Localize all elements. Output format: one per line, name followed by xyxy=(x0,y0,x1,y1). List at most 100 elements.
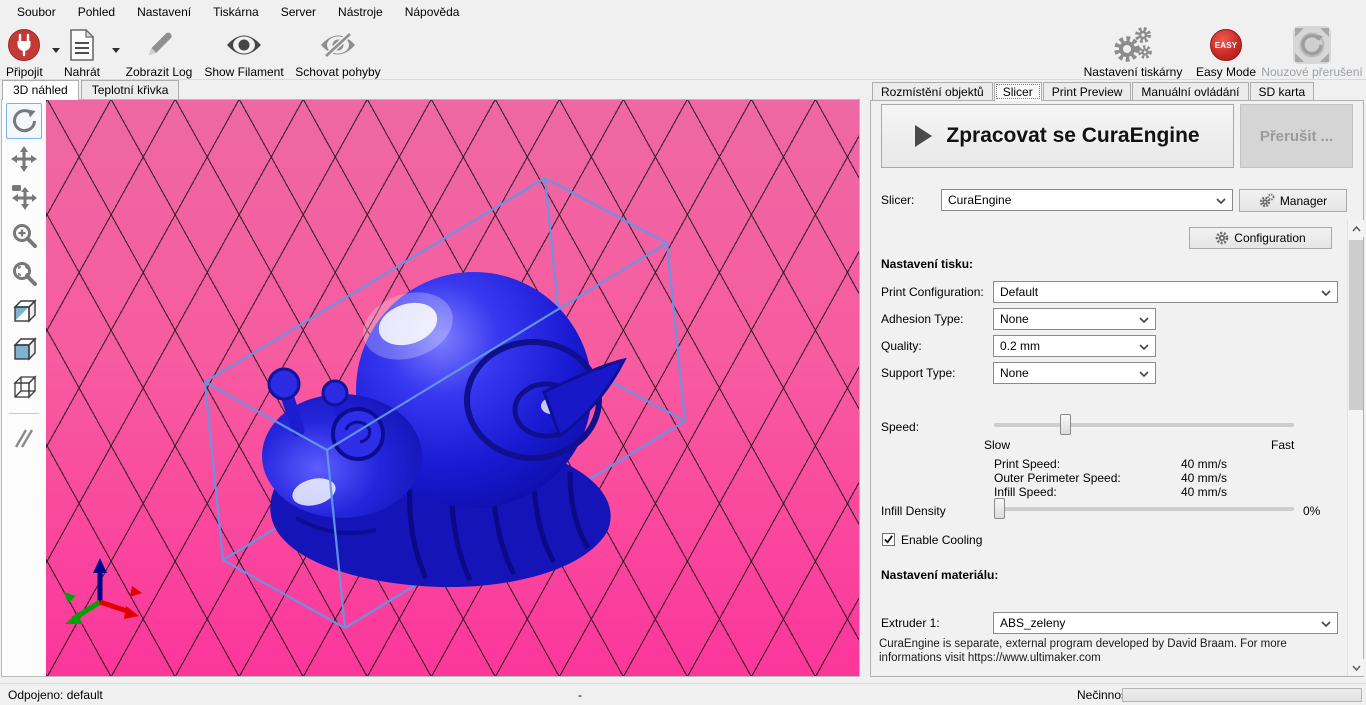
load-button[interactable]: Nahrát xyxy=(64,26,100,79)
chevron-down-icon xyxy=(1139,317,1149,323)
zoom-in-icon xyxy=(11,222,37,248)
quality-select[interactable]: 0.2 mm xyxy=(993,335,1156,357)
speed-slider-thumb[interactable] xyxy=(1060,414,1071,435)
print-bed-canvas[interactable] xyxy=(46,100,859,676)
infill-density-slider[interactable] xyxy=(994,507,1294,511)
curaengine-info-text: CuraEngine is separate, external program… xyxy=(879,638,1349,665)
panel-scrollbar[interactable] xyxy=(1347,220,1363,676)
adhesion-type-label: Adhesion Type: xyxy=(881,312,964,326)
chevron-down-icon xyxy=(1139,344,1149,350)
slicer-panel: Zpracovat se CuraEngine Přerušit ... Sli… xyxy=(870,100,1364,677)
connection-status: Odpojeno: default xyxy=(8,688,103,702)
menu-item-server[interactable]: Server xyxy=(270,1,327,23)
connect-button[interactable]: Připojit xyxy=(6,26,43,79)
print-configuration-select[interactable]: Default xyxy=(993,281,1338,303)
print-speed-value: 40 mm/s xyxy=(1181,457,1227,471)
connect-dropdown-caret[interactable] xyxy=(52,48,60,53)
load-dropdown-caret[interactable] xyxy=(112,48,120,53)
wire-view-button[interactable] xyxy=(6,369,42,405)
infill-density-slider-thumb[interactable] xyxy=(994,498,1005,519)
plug-icon xyxy=(7,26,41,64)
easy-mode-icon: EASY xyxy=(1210,26,1242,64)
iso-view-button[interactable] xyxy=(6,293,42,329)
manager-button[interactable]: Manager xyxy=(1239,189,1347,212)
quality-label: Quality: xyxy=(881,339,922,353)
chevron-down-icon xyxy=(1352,665,1361,671)
gears-icon xyxy=(1111,26,1155,64)
menu-item-soubor[interactable]: Soubor xyxy=(6,1,67,23)
show-filament-button[interactable]: Show Filament xyxy=(198,26,290,79)
pencil-icon xyxy=(143,26,175,64)
easy-mode-button[interactable]: EASY Easy Mode xyxy=(1190,26,1262,79)
emergency-stop-button[interactable]: Nouzové přerušení xyxy=(1262,26,1362,79)
speed-fast-label: Fast xyxy=(1271,438,1294,452)
infill-speed-label: Infill Speed: xyxy=(994,485,1057,499)
adhesion-type-select[interactable]: None xyxy=(993,308,1156,330)
print-configuration-label: Print Configuration: xyxy=(881,285,984,299)
main-toolbar: Připojit Nahrát Zobrazit Log xyxy=(0,24,1366,80)
menu-item-nastaveni[interactable]: Nastavení xyxy=(126,1,202,23)
parallel-lines-icon xyxy=(11,425,37,451)
model-snail[interactable] xyxy=(262,272,624,587)
tab-slicer[interactable]: Slicer xyxy=(994,82,1042,101)
support-type-label: Support Type: xyxy=(881,366,956,380)
cube-front-icon xyxy=(10,335,38,363)
tab-print-preview[interactable]: Print Preview xyxy=(1043,82,1132,100)
move-view-button[interactable] xyxy=(6,141,42,177)
speed-slider[interactable] xyxy=(994,423,1294,427)
viewport-3d xyxy=(1,99,860,677)
move-object-icon xyxy=(11,184,37,210)
slicer-label: Slicer: xyxy=(881,193,914,207)
emergency-stop-icon xyxy=(1292,26,1332,64)
toolstrip-separator xyxy=(9,413,39,414)
menu-item-tiskarna[interactable]: Tiskárna xyxy=(202,1,270,23)
front-view-button[interactable] xyxy=(6,331,42,367)
document-icon xyxy=(67,26,97,64)
status-bar: Odpojeno: default - Nečinnost. xyxy=(0,683,1366,705)
chevron-down-icon xyxy=(1216,198,1226,204)
infill-density-label: Infill Density xyxy=(881,504,946,518)
extruder1-select[interactable]: ABS_zeleny xyxy=(993,612,1338,634)
move-object-button[interactable] xyxy=(6,179,42,215)
kill-slicing-button[interactable]: Přerušit ... xyxy=(1240,104,1353,168)
tab-sd-karta[interactable]: SD karta xyxy=(1250,82,1315,100)
rotate-view-button[interactable] xyxy=(6,103,42,139)
configuration-button[interactable]: Configuration xyxy=(1189,227,1332,249)
view-tabbar: 3D náhled Teplotní křivka xyxy=(2,80,181,100)
menu-item-nastroje[interactable]: Nástroje xyxy=(327,1,394,23)
hide-moves-button[interactable]: Schovat pohyby xyxy=(290,26,386,79)
slicer-select[interactable]: CuraEngine xyxy=(941,189,1233,211)
tab-manualni-ovladani[interactable]: Manuální ovládání xyxy=(1132,82,1248,100)
extruder1-label: Extruder 1: xyxy=(881,616,940,630)
play-icon xyxy=(915,125,932,147)
printer-settings-button[interactable]: Nastavení tiskárny xyxy=(1080,26,1186,79)
scrollbar-thumb[interactable] xyxy=(1349,240,1363,410)
infill-speed-value: 40 mm/s xyxy=(1181,485,1227,499)
scroll-up-arrow[interactable] xyxy=(1348,220,1364,237)
cube-iso-icon xyxy=(10,297,38,325)
menu-item-napoveda[interactable]: Nápověda xyxy=(394,1,471,23)
gear-icon xyxy=(1215,231,1229,245)
tab-rozmisteni-objektu[interactable]: Rozmístění objektů xyxy=(872,82,993,100)
menu-bar: Soubor Pohled Nastavení Tiskárna Server … xyxy=(0,0,1366,24)
tab-3d-nahled[interactable]: 3D náhled xyxy=(2,80,79,100)
speed-slow-label: Slow xyxy=(984,438,1010,452)
scroll-down-arrow[interactable] xyxy=(1348,659,1364,676)
tab-teplotni-krivka[interactable]: Teplotní křivka xyxy=(81,80,180,99)
support-type-select[interactable]: None xyxy=(993,362,1156,384)
print-speed-label: Print Speed: xyxy=(994,457,1060,471)
right-tabbar: Rozmístění objektů Slicer Print Preview … xyxy=(872,82,1315,101)
parallel-projection-button[interactable] xyxy=(6,420,42,456)
origin-axes-indicator xyxy=(64,558,142,624)
chevron-down-icon xyxy=(1321,621,1331,627)
progress-bar xyxy=(1122,688,1362,702)
chevron-down-icon xyxy=(1321,290,1331,296)
fit-view-button[interactable] xyxy=(6,255,42,291)
zoom-button[interactable] xyxy=(6,217,42,253)
material-settings-header: Nastavení materiálu: xyxy=(881,568,998,582)
show-log-button[interactable]: Zobrazit Log xyxy=(124,26,194,79)
enable-cooling-checkbox[interactable] xyxy=(882,533,895,546)
slice-button[interactable]: Zpracovat se CuraEngine xyxy=(881,104,1234,168)
check-icon xyxy=(883,534,894,545)
menu-item-pohled[interactable]: Pohled xyxy=(67,1,126,23)
